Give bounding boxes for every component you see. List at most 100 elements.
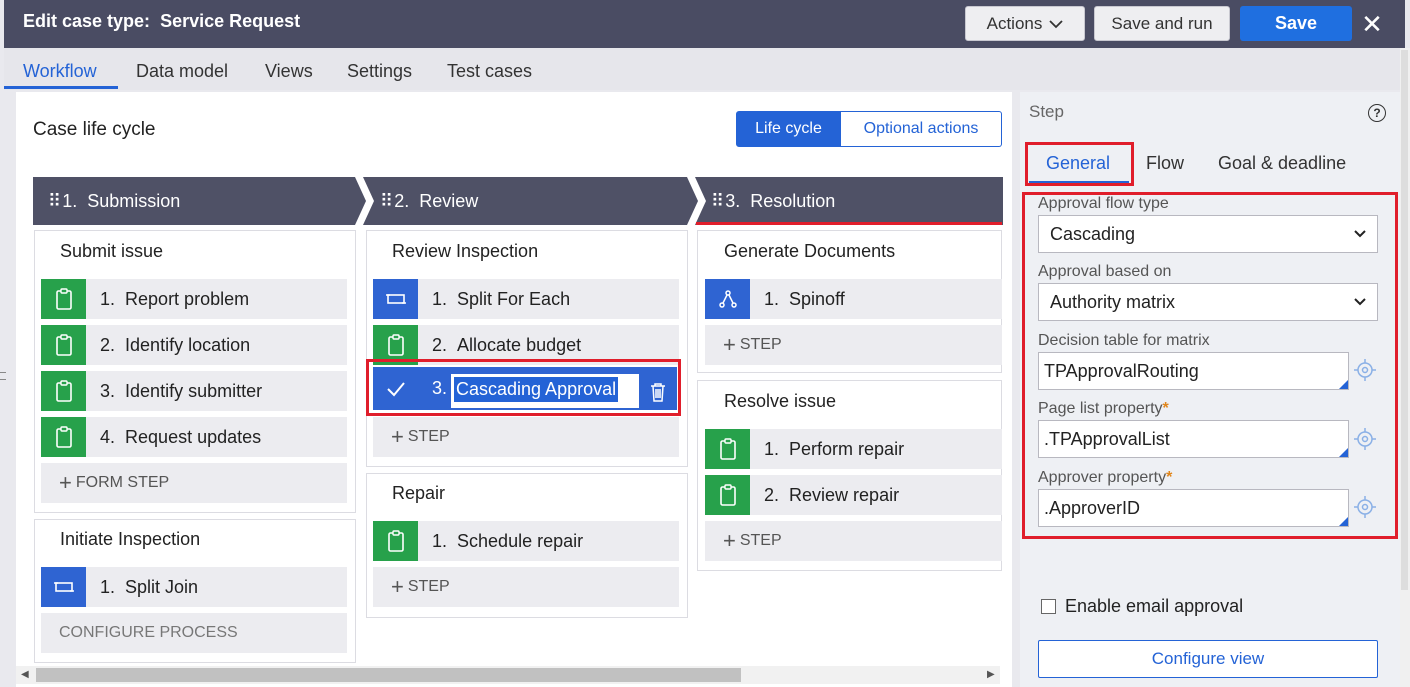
step-identify-submitter[interactable]: 3. Identify submitter: [41, 371, 347, 411]
add-step-label: STEP: [407, 428, 450, 445]
step-number: 3.: [100, 380, 116, 401]
life-cycle-toggle[interactable]: Life cycle: [736, 111, 841, 147]
page-title: Edit case type: Service Request: [23, 11, 300, 32]
step-number: 1.: [764, 438, 780, 459]
scroll-left-icon[interactable]: ◀: [21, 669, 29, 680]
step-split-for-each[interactable]: 1. Split For Each: [373, 279, 679, 319]
vertical-scroll-thumb[interactable]: [1401, 50, 1408, 590]
plus-icon: +: [59, 470, 72, 495]
stage-number: 2.: [394, 190, 410, 211]
add-form-step-button[interactable]: + FORM STEP: [41, 463, 347, 503]
step-label: Report problem: [125, 288, 250, 309]
general-tab-highlight: [1025, 142, 1134, 186]
step-label: Review repair: [789, 484, 900, 505]
stage-number: 1.: [62, 190, 78, 211]
plus-icon: +: [723, 528, 736, 553]
step-schedule-repair[interactable]: 1. Schedule repair: [373, 521, 679, 561]
configure-process-button[interactable]: CONFIGURE PROCESS: [41, 613, 347, 653]
clipboard-icon: [705, 429, 750, 469]
step-number: 2.: [764, 484, 780, 505]
step-number: 2.: [100, 334, 116, 355]
step-identify-location[interactable]: 2. Identify location: [41, 325, 347, 365]
step-review-repair[interactable]: 2. Review repair: [705, 475, 1002, 515]
plus-icon: +: [723, 332, 736, 357]
clipboard-icon: [41, 371, 86, 411]
tab-views[interactable]: Views: [265, 61, 313, 82]
stage-resolution-highlight: [696, 222, 1002, 225]
add-step-button[interactable]: + STEP: [705, 325, 1002, 365]
step-spinoff[interactable]: 1. Spinoff: [705, 279, 1002, 319]
plus-icon: +: [391, 574, 404, 599]
clipboard-icon: [373, 521, 418, 561]
selected-step-highlight: [366, 359, 681, 416]
clipboard-icon: [705, 475, 750, 515]
save-and-run-label: Save and run: [1111, 13, 1213, 33]
case-type-name: Service Request: [160, 11, 301, 31]
split-icon: [373, 279, 418, 319]
step-report-problem[interactable]: 1. Report problem: [41, 279, 347, 319]
add-step-label: STEP: [407, 578, 450, 595]
panel-title: Step: [1029, 102, 1064, 121]
stage-submission[interactable]: ⠿ 1. Submission: [48, 177, 180, 225]
step-label: Schedule repair: [457, 530, 584, 551]
process-title[interactable]: Generate Documents: [724, 241, 895, 262]
step-label: Identify location: [125, 334, 251, 355]
step-label: Request updates: [125, 426, 262, 447]
actions-label: Actions: [986, 13, 1043, 33]
clipboard-icon: [41, 325, 86, 365]
process-title[interactable]: Resolve issue: [724, 391, 836, 412]
configure-process-label: CONFIGURE PROCESS: [59, 624, 238, 641]
step-number: 4.: [100, 426, 116, 447]
process-title[interactable]: Repair: [392, 483, 445, 504]
stage-number: 3.: [725, 190, 741, 211]
plus-icon: +: [391, 424, 404, 449]
save-and-run-button[interactable]: Save and run: [1094, 6, 1230, 41]
tab-workflow[interactable]: Workflow: [23, 61, 97, 82]
scroll-right-icon[interactable]: ▶: [987, 669, 995, 680]
add-step-button[interactable]: + STEP: [373, 417, 679, 457]
horizontal-scroll-thumb[interactable]: [36, 668, 741, 682]
resize-handle[interactable]: [0, 372, 6, 380]
step-label: Spinoff: [789, 288, 845, 309]
actions-button[interactable]: Actions: [965, 6, 1085, 41]
step-request-updates[interactable]: 4. Request updates: [41, 417, 347, 457]
stage-resolution[interactable]: ⠿ 3. Resolution: [711, 177, 835, 225]
drag-handle-icon[interactable]: ⠿: [48, 191, 61, 212]
email-approval-checkbox[interactable]: [1041, 599, 1056, 614]
save-label: Save: [1274, 13, 1318, 33]
stage-review[interactable]: ⠿ 2. Review: [380, 177, 478, 225]
step-perform-repair[interactable]: 1. Perform repair: [705, 429, 1002, 469]
step-number: 1.: [100, 288, 116, 309]
add-step-button[interactable]: + STEP: [373, 567, 679, 607]
step-label: Split For Each: [457, 288, 571, 309]
drag-handle-icon[interactable]: ⠿: [711, 191, 724, 212]
email-approval-label: Enable email approval: [1065, 596, 1244, 616]
configure-view-button[interactable]: Configure view: [1038, 640, 1378, 678]
close-button[interactable]: ✕: [1358, 8, 1386, 40]
process-title[interactable]: Submit issue: [60, 241, 163, 262]
help-icon[interactable]: ?: [1368, 104, 1386, 122]
add-step-button[interactable]: + STEP: [705, 521, 1002, 561]
stage-name: Review: [419, 190, 479, 211]
approval-settings-highlight: [1022, 192, 1398, 539]
step-number: 1.: [432, 288, 448, 309]
tab-data-model[interactable]: Data model: [136, 61, 228, 82]
panel-tab-flow[interactable]: Flow: [1146, 153, 1184, 174]
step-number: 1.: [100, 576, 116, 597]
save-button[interactable]: Save: [1240, 6, 1352, 41]
add-step-label: STEP: [739, 336, 782, 353]
process-title[interactable]: Initiate Inspection: [60, 529, 200, 550]
configure-view-label: Configure view: [1151, 649, 1265, 668]
tab-settings[interactable]: Settings: [347, 61, 412, 82]
stage-name: Submission: [87, 190, 181, 211]
step-label: Allocate budget: [457, 334, 582, 355]
tab-test-cases[interactable]: Test cases: [447, 61, 532, 82]
split-icon: [41, 567, 86, 607]
step-label: Perform repair: [789, 438, 905, 459]
drag-handle-icon[interactable]: ⠿: [380, 191, 393, 212]
process-title[interactable]: Review Inspection: [392, 241, 538, 262]
step-split-join[interactable]: 1. Split Join: [41, 567, 347, 607]
optional-actions-toggle[interactable]: Optional actions: [841, 111, 1002, 147]
active-tab-indicator: [4, 86, 118, 89]
panel-tab-goal-deadline[interactable]: Goal & deadline: [1218, 153, 1346, 174]
